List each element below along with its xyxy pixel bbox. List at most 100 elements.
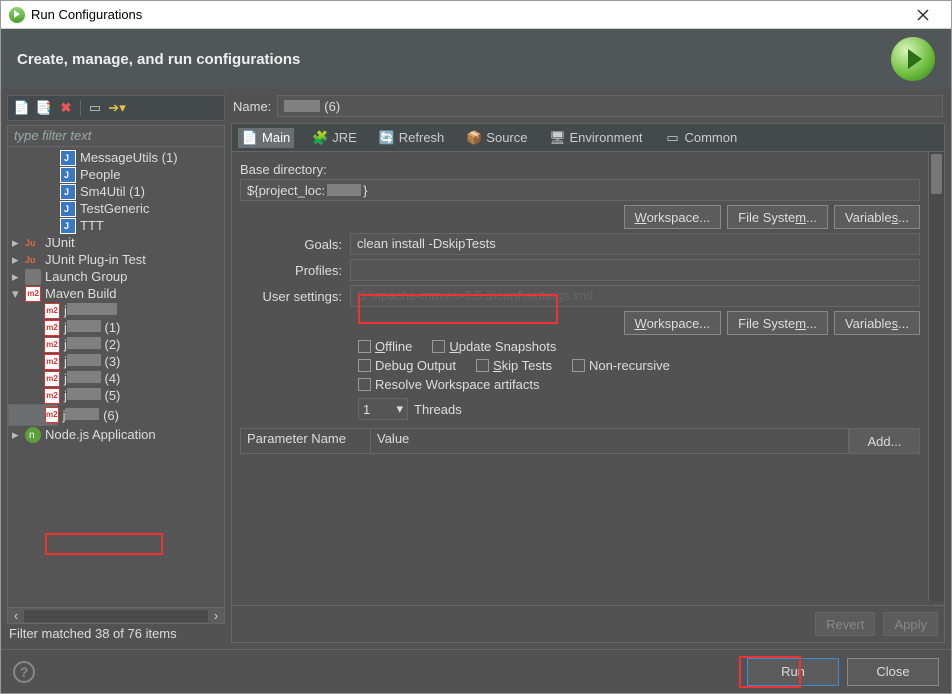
- tree-item[interactable]: ▸JuJUnit Plug-in Test: [8, 251, 224, 268]
- tab-source[interactable]: 📦Source: [462, 128, 531, 148]
- offline-checkbox[interactable]: Offline: [358, 339, 412, 354]
- basedir-filesystem-button[interactable]: File System...: [727, 205, 828, 229]
- filter-menu-icon[interactable]: ➔▾: [109, 100, 125, 116]
- tree-item-label: Maven Build: [45, 285, 117, 302]
- apply-button[interactable]: Apply: [883, 612, 938, 636]
- window: Run Configurations Create, manage, and r…: [0, 0, 952, 694]
- banner: Create, manage, and run configurations: [1, 29, 951, 89]
- base-dir-input[interactable]: ${project_loc:}: [240, 179, 920, 201]
- source-tab-icon: 📦: [466, 130, 482, 146]
- tree-toolbar: 📄 📑 ✖ ▭ ➔▾: [7, 95, 225, 121]
- run-button[interactable]: Run: [747, 658, 839, 686]
- tree-item-label: j (4): [64, 370, 120, 387]
- us-filesystem-button[interactable]: File System...: [727, 311, 828, 335]
- us-variables-button[interactable]: Variables...: [834, 311, 920, 335]
- tree-item[interactable]: ▾m2Maven Build: [8, 285, 224, 302]
- main-tab-icon: 📄: [242, 130, 258, 146]
- common-tab-icon: ▭: [664, 130, 680, 146]
- tree-item-label: j (3): [64, 353, 120, 370]
- goals-label: Goals:: [240, 237, 350, 252]
- delete-config-icon[interactable]: ✖: [58, 100, 74, 116]
- content-vscroll[interactable]: [928, 152, 944, 601]
- titlebar: Run Configurations: [1, 1, 951, 29]
- base-dir-label: Base directory:: [240, 162, 920, 177]
- run-large-icon: [891, 37, 935, 81]
- param-value-header[interactable]: Value: [371, 429, 849, 453]
- java-icon: [60, 150, 76, 166]
- maven-icon: m2: [44, 388, 60, 404]
- tree-item[interactable]: Sm4Util (1): [8, 183, 224, 200]
- tree-item-label: Node.js Application: [45, 426, 156, 443]
- tree-item[interactable]: m2j: [8, 302, 224, 319]
- collapse-icon[interactable]: ▭: [87, 100, 103, 116]
- goals-input[interactable]: clean install -DskipTests: [350, 233, 920, 255]
- tab-common[interactable]: ▭Common: [660, 128, 741, 148]
- help-button[interactable]: ?: [13, 661, 35, 683]
- param-add-button[interactable]: Add...: [849, 429, 919, 453]
- tree-item-label: People: [80, 166, 120, 183]
- basedir-variables-button[interactable]: Variables...: [834, 205, 920, 229]
- tree-item[interactable]: MessageUtils (1): [8, 149, 224, 166]
- tree-item[interactable]: m2j (4): [8, 370, 224, 387]
- duplicate-config-icon[interactable]: 📑: [36, 100, 52, 116]
- usersettings-input[interactable]: D:\apache-maven-3.5.3\conf\settings.xml: [350, 285, 920, 307]
- tree-item[interactable]: ▸Node.js Application: [8, 426, 224, 443]
- tree-item-label: MessageUtils (1): [80, 149, 178, 166]
- app-run-icon: [9, 7, 25, 23]
- junit-icon: Ju: [25, 252, 41, 268]
- revert-button[interactable]: Revert: [815, 612, 875, 636]
- close-button[interactable]: Close: [847, 658, 939, 686]
- tree-item[interactable]: ▸JuJUnit: [8, 234, 224, 251]
- param-name-header[interactable]: Parameter Name: [241, 429, 371, 453]
- tree-item[interactable]: m2j (5): [8, 387, 224, 404]
- tree-item[interactable]: People: [8, 166, 224, 183]
- threads-select[interactable]: 1▾: [358, 398, 408, 420]
- tree-item[interactable]: m2j (6): [8, 404, 58, 426]
- tab-refresh[interactable]: 🔄Refresh: [375, 128, 449, 148]
- java-icon: [60, 184, 76, 200]
- resolve-checkbox[interactable]: Resolve Workspace artifacts: [358, 377, 540, 392]
- nodejs-icon: [25, 427, 41, 443]
- group-icon: [25, 269, 41, 285]
- tab-jre[interactable]: 🧩JRE: [308, 128, 361, 148]
- tree-hscroll[interactable]: ‹›: [7, 608, 225, 624]
- tree-item[interactable]: TTT: [8, 217, 224, 234]
- maven-icon: m2: [44, 337, 60, 353]
- tree-item-label: JUnit Plug-in Test: [45, 251, 146, 268]
- tab-environment[interactable]: 🖥Environment: [546, 128, 647, 148]
- junit-icon: Ju: [25, 235, 41, 251]
- chevron-down-icon: ▾: [396, 401, 403, 417]
- right-column: Name: (6) 📄Main🧩JRE🔄Refresh📦Source🖥Envir…: [231, 95, 945, 643]
- name-input[interactable]: (6): [277, 95, 943, 117]
- refresh-tab-icon: 🔄: [379, 130, 395, 146]
- tree-item[interactable]: ▸Launch Group: [8, 268, 224, 285]
- tree-item-label: Sm4Util (1): [80, 183, 145, 200]
- us-workspace-button[interactable]: Workspace...: [624, 311, 722, 335]
- java-icon: [60, 201, 76, 217]
- banner-title: Create, manage, and run configurations: [17, 51, 891, 68]
- config-tree[interactable]: MessageUtils (1)PeopleSm4Util (1)TestGen…: [7, 147, 225, 608]
- name-suffix: (6): [324, 99, 340, 114]
- maven-icon: m2: [45, 407, 59, 423]
- profiles-input[interactable]: [350, 259, 920, 281]
- tree-item[interactable]: TestGeneric: [8, 200, 224, 217]
- tab-content: Base directory: ${project_loc:} Workspac…: [232, 152, 944, 601]
- java-icon: [60, 218, 76, 234]
- window-close-button[interactable]: [903, 1, 943, 28]
- new-config-icon[interactable]: 📄: [14, 100, 30, 116]
- filter-input[interactable]: type filter text: [7, 125, 225, 147]
- tree-item[interactable]: m2j (3): [8, 353, 224, 370]
- basedir-workspace-button[interactable]: Workspace...: [624, 205, 722, 229]
- tree-item[interactable]: m2j (2): [8, 336, 224, 353]
- close-icon: [917, 9, 929, 21]
- tree-item-label: j (2): [64, 336, 120, 353]
- skiptests-checkbox[interactable]: Skip Tests: [476, 358, 552, 373]
- tree-item-label: JUnit: [45, 234, 75, 251]
- nonrecursive-checkbox[interactable]: Non-recursive: [572, 358, 670, 373]
- maven-icon: m2: [44, 303, 60, 319]
- debug-checkbox[interactable]: Debug Output: [358, 358, 456, 373]
- tab-main[interactable]: 📄Main: [238, 128, 294, 148]
- tree-item[interactable]: m2j (1): [8, 319, 224, 336]
- update-checkbox[interactable]: Update Snapshots: [432, 339, 556, 354]
- param-table: Parameter Name Value Add...: [240, 428, 920, 454]
